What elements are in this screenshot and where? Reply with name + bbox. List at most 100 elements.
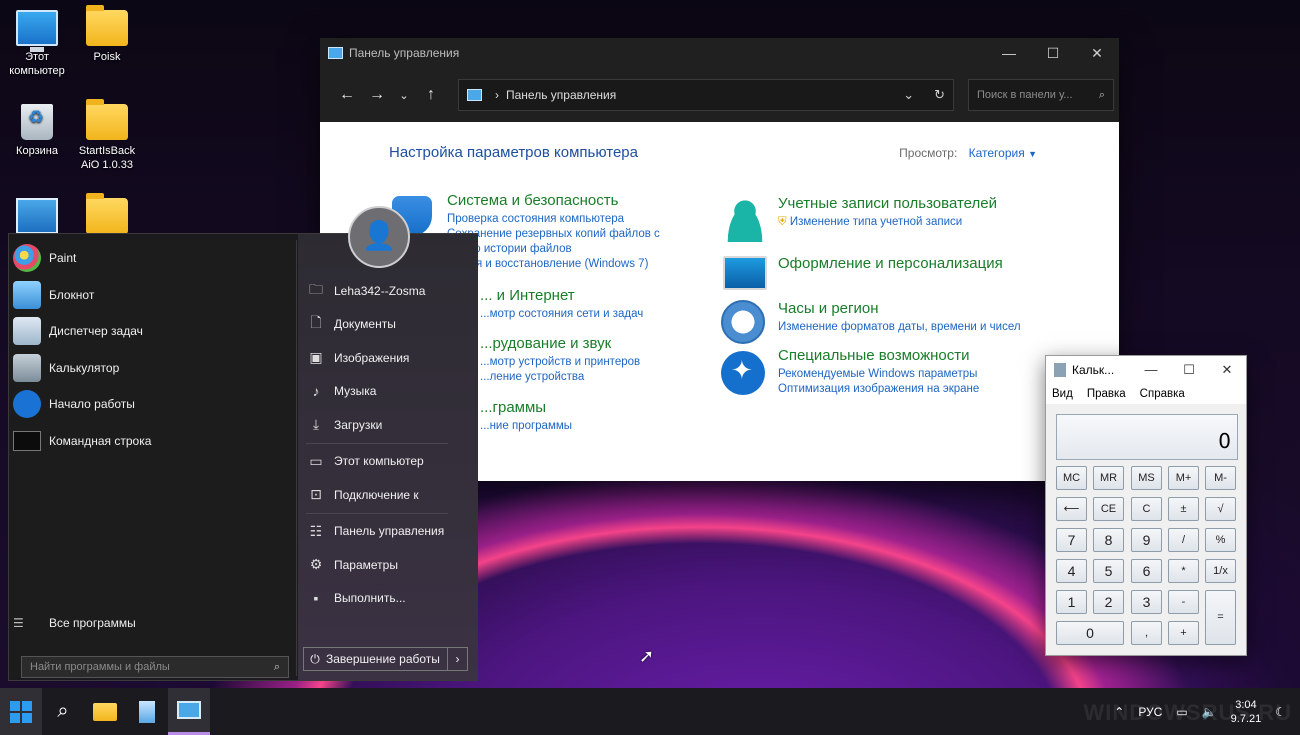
desktop-icon-control-panel[interactable] xyxy=(0,198,74,238)
calc-key[interactable]: , xyxy=(1131,621,1162,645)
close-button[interactable]: ✕ xyxy=(1075,45,1119,62)
program-task-manager[interactable]: Диспетчер задач xyxy=(9,313,296,350)
taskbar-notepad[interactable] xyxy=(126,688,168,735)
up-arrow-icon[interactable]: ↑ xyxy=(416,86,446,104)
calc-key[interactable]: % xyxy=(1205,528,1236,552)
calc-key[interactable]: 0 xyxy=(1056,621,1124,645)
category-link[interactable]: ⛨ Изменение типа учетной записи xyxy=(778,215,997,230)
calc-key[interactable]: MC xyxy=(1056,466,1087,490)
category-link[interactable]: ...мотр состояния сети и задач xyxy=(480,307,643,322)
calc-key[interactable]: 6 xyxy=(1131,559,1162,583)
calc-key[interactable]: ± xyxy=(1168,497,1199,521)
program-get-started[interactable]: Начало работы xyxy=(9,386,296,423)
desktop-icon-poisk[interactable]: Poisk xyxy=(70,5,144,64)
category-title[interactable]: Система и безопасность xyxy=(447,192,660,209)
program-paint[interactable]: Paint xyxy=(9,240,296,277)
calc-key[interactable]: / xyxy=(1168,528,1199,552)
category-title[interactable]: Учетные записи пользователей xyxy=(778,195,997,212)
place-settings[interactable]: ⚙ Параметры xyxy=(298,548,478,582)
calc-key[interactable]: 2 xyxy=(1093,590,1124,614)
start-search-input[interactable]: Найти программы и файлы ⌕ xyxy=(21,656,289,678)
maximize-button[interactable]: ☐ xyxy=(1031,45,1075,62)
program-notepad[interactable]: Блокнот xyxy=(9,277,296,314)
search-input[interactable]: Поиск в панели у... ⌕ xyxy=(968,79,1114,111)
view-selector[interactable]: Просмотр: Категория ▼ xyxy=(899,146,1037,160)
calc-key[interactable]: - xyxy=(1168,590,1199,614)
category-link[interactable]: Проверка состояния компьютера xyxy=(447,212,660,227)
calc-key[interactable]: + xyxy=(1168,621,1199,645)
desktop-icon-this-pc[interactable]: Этот компьютер xyxy=(0,10,74,78)
category-title[interactable]: ...рудование и звук xyxy=(480,335,640,352)
calc-key[interactable]: 7 xyxy=(1056,528,1087,552)
menu-edit[interactable]: Правка xyxy=(1087,388,1126,400)
calc-key[interactable]: √ xyxy=(1205,497,1236,521)
place-control-panel[interactable]: ☷ Панель управления xyxy=(298,515,478,549)
desktop-icon-startisback[interactable]: StartIsBack AiO 1.0.33 xyxy=(70,99,144,172)
view-value[interactable]: Категория xyxy=(969,146,1025,160)
category-link[interactable]: Рекомендуемые Windows параметры xyxy=(778,367,979,382)
start-button[interactable] xyxy=(0,688,42,735)
calc-key[interactable]: M- xyxy=(1205,466,1236,490)
category-link[interactable]: Оптимизация изображения на экране xyxy=(778,382,979,397)
calc-key[interactable]: 4 xyxy=(1056,559,1087,583)
place-music[interactable]: ♪ Музыка xyxy=(298,375,478,409)
address-dropdown-icon[interactable]: ⌄ xyxy=(903,87,914,103)
calc-key[interactable]: MS xyxy=(1131,466,1162,490)
place-connect-to[interactable]: ⊡ Подключение к xyxy=(298,478,478,512)
calc-key[interactable]: 9 xyxy=(1131,528,1162,552)
forward-arrow-icon[interactable]: → xyxy=(362,86,392,104)
recent-chevron-icon[interactable]: ⌄ xyxy=(392,89,416,102)
calc-key[interactable]: 5 xyxy=(1093,559,1124,583)
all-programs-button[interactable]: ☰ Все программы xyxy=(13,616,136,630)
place-user-folder[interactable]: 🗀 Leha342--Zosma xyxy=(298,274,478,308)
category-link[interactable]: ...мотр устройств и принтеров xyxy=(480,355,640,370)
category-link[interactable]: ...ация и восстановление (Windows 7) xyxy=(447,257,660,272)
desktop-icon-recycle-bin[interactable]: Корзина xyxy=(0,104,74,158)
window-titlebar[interactable]: Панель управления — ☐ ✕ xyxy=(320,38,1119,68)
avatar[interactable]: 👤 xyxy=(348,206,410,268)
calc-key[interactable]: 3 xyxy=(1131,590,1162,614)
calc-key[interactable]: M+ xyxy=(1168,466,1199,490)
category-link[interactable]: Изменение форматов даты, времени и чисел xyxy=(778,320,1021,335)
taskbar-explorer[interactable] xyxy=(84,688,126,735)
place-documents[interactable]: 🗋 Документы xyxy=(298,308,478,342)
category-title[interactable]: ... и Интернет xyxy=(480,287,643,304)
calc-key[interactable]: 1/x xyxy=(1205,559,1236,583)
taskbar-control-panel[interactable] xyxy=(168,688,210,735)
minimize-button[interactable]: — xyxy=(1132,362,1170,378)
refresh-icon[interactable]: ↻ xyxy=(934,87,945,103)
calc-key[interactable]: * xyxy=(1168,559,1199,583)
category-link[interactable]: ...щью истории файлов xyxy=(447,242,660,257)
calc-key[interactable]: = xyxy=(1205,590,1236,645)
search-button[interactable]: ⌕ xyxy=(42,688,84,735)
category-link[interactable]: ...ление устройства xyxy=(480,370,640,385)
shutdown-options-chevron-icon[interactable]: › xyxy=(447,648,467,670)
minimize-button[interactable]: — xyxy=(987,45,1031,62)
shutdown-button[interactable]: ⏻ Завершение работы › xyxy=(303,647,468,671)
back-arrow-icon[interactable]: ← xyxy=(332,86,362,104)
program-calculator[interactable]: Калькулятор xyxy=(9,350,296,387)
category-link[interactable]: ...ние программы xyxy=(480,419,572,434)
menu-help[interactable]: Справка xyxy=(1140,388,1185,400)
menu-view[interactable]: Вид xyxy=(1052,388,1073,400)
calculator-titlebar[interactable]: Кальк... — ☐ ✕ xyxy=(1046,356,1246,384)
category-link[interactable]: Сохранение резервных копий файлов с xyxy=(447,227,660,242)
calc-key[interactable]: 1 xyxy=(1056,590,1087,614)
calc-key[interactable]: MR xyxy=(1093,466,1124,490)
place-downloads[interactable]: ⤓ Загрузки xyxy=(298,408,478,442)
calc-key[interactable]: CE xyxy=(1093,497,1124,521)
program-command-prompt[interactable]: Командная строка xyxy=(9,423,296,460)
calc-key[interactable]: C xyxy=(1131,497,1162,521)
address-bar[interactable]: › Панель управления ⌄ ↻ xyxy=(458,79,954,111)
place-pictures[interactable]: ▣ Изображения xyxy=(298,341,478,375)
category-title[interactable]: Часы и регион xyxy=(778,300,1021,317)
category-title[interactable]: Специальные возможности xyxy=(778,347,979,364)
place-this-pc[interactable]: ▭ Этот компьютер xyxy=(298,445,478,479)
close-button[interactable]: ✕ xyxy=(1208,362,1246,378)
maximize-button[interactable]: ☐ xyxy=(1170,362,1208,378)
category-title[interactable]: Оформление и персонализация xyxy=(778,255,1003,272)
desktop-icon-folder[interactable] xyxy=(70,193,144,238)
place-run[interactable]: ▪ Выполнить... xyxy=(298,582,478,616)
calc-key[interactable]: 8 xyxy=(1093,528,1124,552)
category-title[interactable]: ...граммы xyxy=(480,399,572,416)
